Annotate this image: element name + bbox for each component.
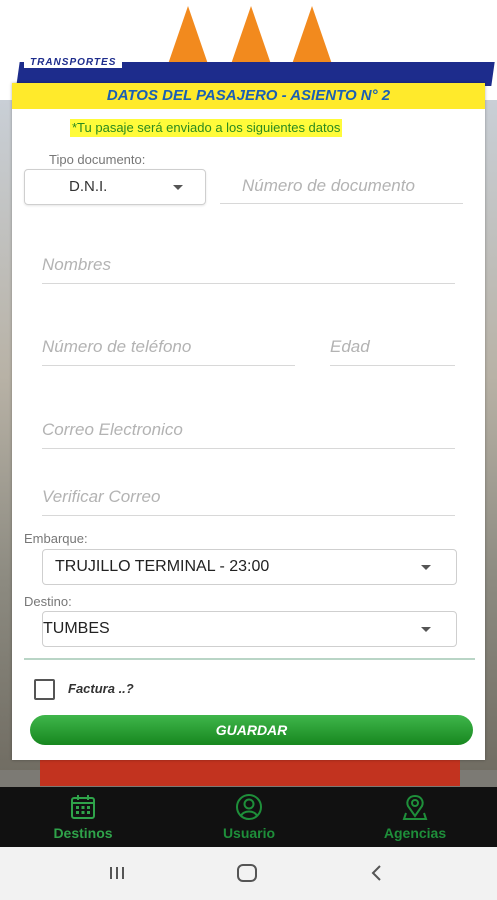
invoice-label: Factura ..?	[68, 681, 134, 696]
logo-sail	[166, 6, 210, 70]
chevron-down-icon	[173, 185, 183, 190]
destination-select[interactable]: TUMBES	[42, 611, 457, 647]
verify-email-placeholder: Verificar Correo	[42, 487, 161, 506]
verify-email-field[interactable]: Verificar Correo	[42, 483, 455, 516]
destination-label: Destino:	[24, 594, 72, 609]
chevron-down-icon	[421, 565, 431, 570]
nav-label: Agencias	[383, 825, 447, 841]
calendar-icon	[71, 795, 95, 819]
email-placeholder: Correo Electronico	[42, 420, 183, 439]
nav-item-usuario[interactable]: Usuario	[189, 787, 309, 847]
recents-icon[interactable]	[102, 859, 132, 887]
names-placeholder: Nombres	[42, 255, 111, 274]
names-field[interactable]: Nombres	[42, 251, 455, 284]
destination-value: TUMBES	[43, 620, 110, 637]
doc-type-value: D.N.I.	[69, 178, 108, 195]
chevron-down-icon	[421, 627, 431, 632]
doc-type-select[interactable]: D.N.I.	[24, 169, 206, 205]
save-button[interactable]: GUARDAR	[30, 715, 473, 745]
system-nav-bar	[0, 847, 497, 900]
nav-label: Usuario	[222, 825, 276, 841]
notice-text: *Tu pasaje será enviado a los siguientes…	[70, 119, 343, 137]
logo-sail	[290, 6, 334, 70]
nav-item-destinos[interactable]: Destinos	[23, 787, 143, 847]
nav-item-agencias[interactable]: Agencias	[355, 787, 475, 847]
logo-sail	[229, 6, 273, 70]
nav-label: Destinos	[53, 825, 113, 841]
email-field[interactable]: Correo Electronico	[42, 416, 455, 449]
invoice-checkbox[interactable]	[34, 679, 55, 700]
age-field[interactable]: Edad	[330, 333, 455, 366]
doc-type-label: Tipo documento:	[49, 152, 146, 167]
location-pin-icon	[402, 794, 428, 820]
background-bus	[40, 758, 460, 786]
passenger-form-card: DATOS DEL PASAJERO - ASIENTO N° 2 *Tu pa…	[12, 83, 485, 760]
home-icon[interactable]	[232, 859, 262, 887]
bottom-nav: Destinos Usuario Agencias	[0, 787, 497, 847]
user-icon	[236, 794, 262, 820]
doc-number-placeholder: Número de documento	[242, 176, 415, 195]
phone-placeholder: Número de teléfono	[42, 337, 192, 356]
back-icon[interactable]	[362, 859, 392, 887]
phone-field[interactable]: Número de teléfono	[42, 333, 295, 366]
age-placeholder: Edad	[330, 337, 370, 356]
form-header: DATOS DEL PASAJERO - ASIENTO N° 2	[12, 83, 485, 109]
divider	[24, 658, 475, 660]
boarding-label: Embarque:	[24, 531, 88, 546]
boarding-value: TRUJILLO TERMINAL - 23:00	[55, 558, 270, 575]
doc-number-field[interactable]: Número de documento	[220, 173, 463, 204]
logo-subtitle: TRANSPORTES	[24, 58, 123, 68]
boarding-select[interactable]: TRUJILLO TERMINAL - 23:00	[42, 549, 457, 585]
